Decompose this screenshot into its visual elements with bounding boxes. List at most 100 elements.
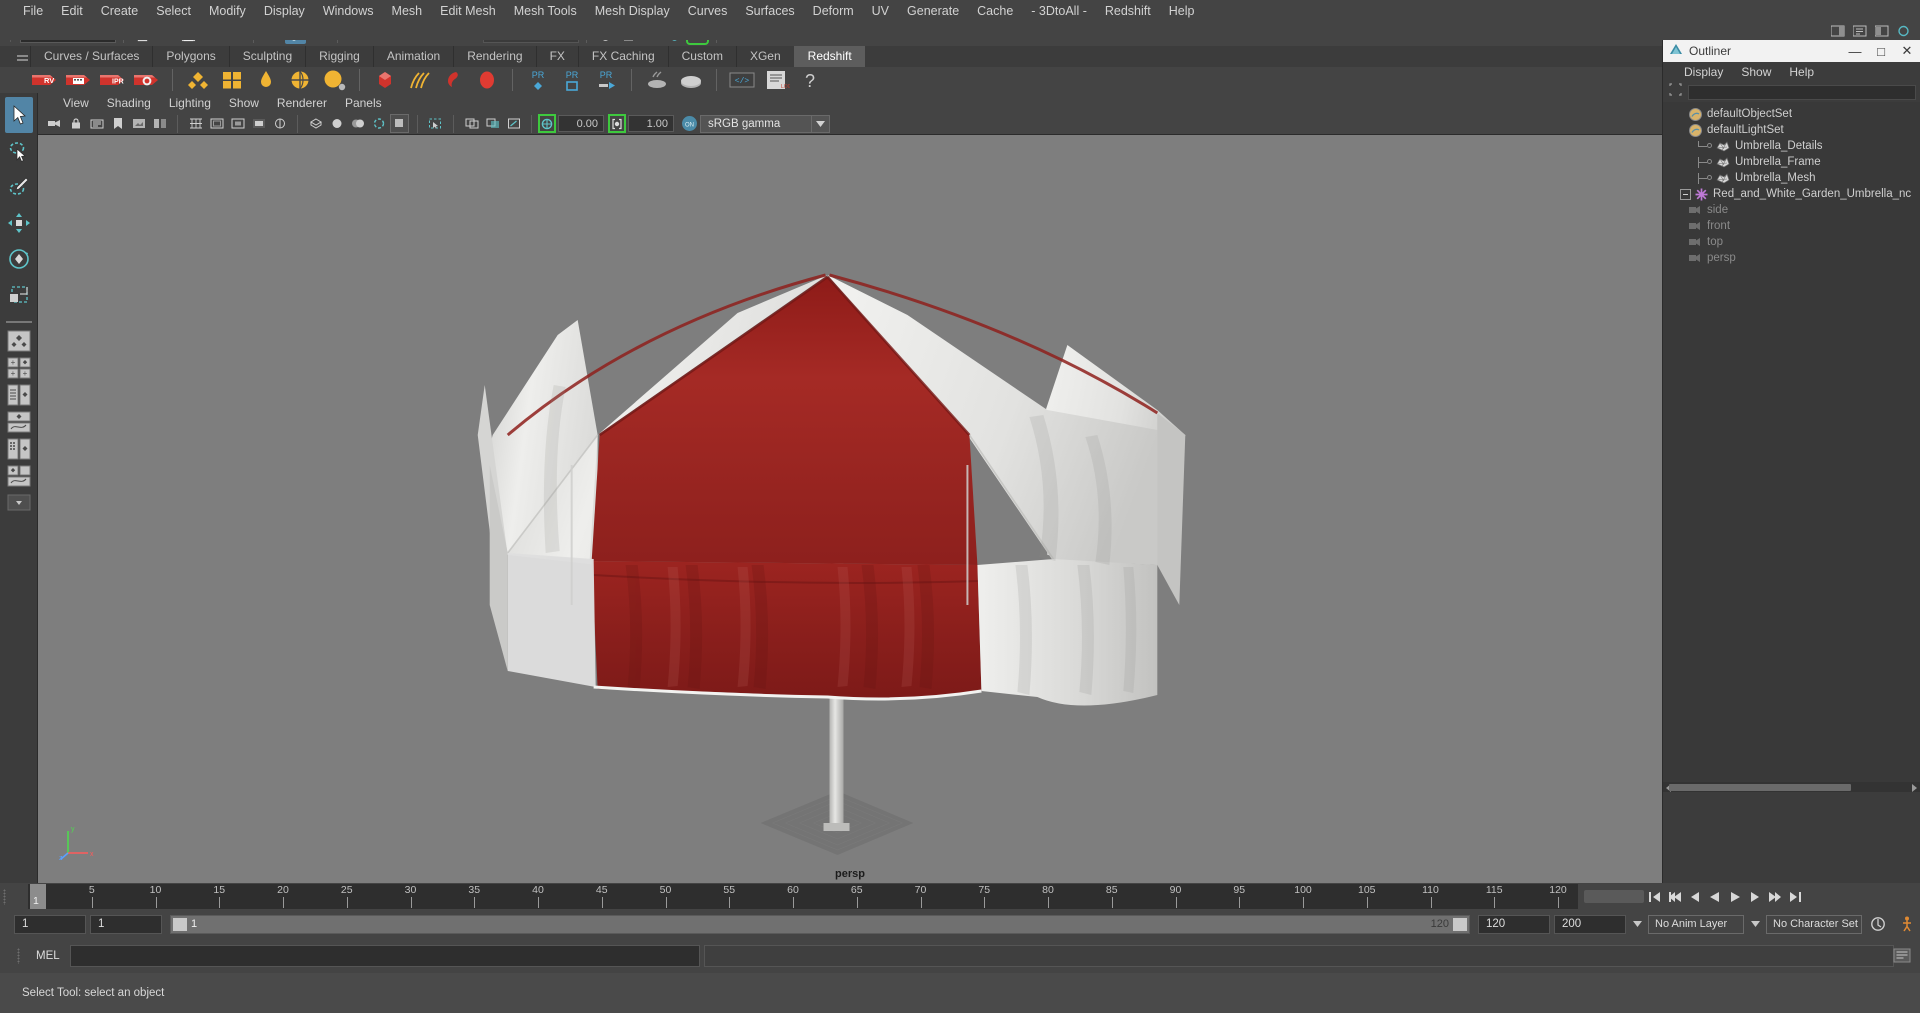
new-scene-icon[interactable] (132, 24, 153, 44)
gamma-value-field[interactable]: 1.00 (628, 115, 674, 132)
motion-blur-icon[interactable] (483, 114, 502, 133)
step-back-key-icon[interactable] (1666, 887, 1684, 906)
menu-item-cache[interactable]: Cache (968, 0, 1022, 22)
render-settings-icon[interactable] (664, 24, 685, 44)
outliner-menu-help[interactable]: Help (1780, 64, 1823, 80)
outliner-item[interactable]: defaultObjectSet (1663, 106, 1920, 122)
outliner-search-input[interactable] (1688, 84, 1916, 100)
menu-item-modify[interactable]: Modify (200, 0, 255, 22)
go-to-end-icon[interactable] (1786, 887, 1804, 906)
select-by-hierarchy-icon[interactable] (262, 24, 283, 44)
menu-item-help[interactable]: Help (1160, 0, 1204, 22)
single-perspective-layout[interactable] (5, 329, 33, 353)
outliner-item[interactable]: Umbrella_Mesh (1663, 170, 1920, 186)
toolbar-grip[interactable] (6, 24, 16, 44)
select-by-object-icon[interactable] (285, 24, 306, 44)
move-tool[interactable] (5, 205, 33, 241)
shelf-tab-fx-caching[interactable]: FX Caching (577, 46, 668, 67)
redo-icon[interactable] (224, 24, 245, 44)
menu-item-mesh-tools[interactable]: Mesh Tools (505, 0, 586, 22)
shelf-tab-redshift[interactable]: Redshift (793, 46, 865, 67)
outliner-tree[interactable]: defaultObjectSet defaultLightSet Umbrella_… (1663, 102, 1920, 792)
rs-hair-icon[interactable] (402, 67, 436, 93)
play-backwards-icon[interactable] (1706, 887, 1724, 906)
open-scene-icon[interactable] (155, 24, 176, 44)
bookmark-icon[interactable] (108, 114, 127, 133)
anim-layer-field[interactable]: No Anim Layer (1648, 914, 1744, 934)
shaded-textured-icon[interactable] (426, 114, 445, 133)
exposure-toggle-icon[interactable] (538, 114, 556, 133)
end-frame-field[interactable]: 200 (1554, 914, 1626, 934)
scrollbar-thumb[interactable] (1669, 784, 1851, 791)
use-default-material-icon[interactable] (390, 114, 409, 133)
rotate-tool[interactable] (5, 241, 33, 277)
twopane-icon[interactable] (150, 114, 169, 133)
viewport-menu-lighting[interactable]: Lighting (160, 94, 220, 112)
rs-help-icon[interactable]: ? (793, 67, 827, 93)
multisample-icon[interactable] (504, 114, 523, 133)
rs-light-dome-icon[interactable] (249, 67, 283, 93)
menu-item-display[interactable]: Display (255, 0, 314, 22)
rs-sprite-icon[interactable] (470, 67, 504, 93)
menu-item-select[interactable]: Select (147, 0, 200, 22)
chevron-down-icon[interactable] (1630, 915, 1644, 934)
viewport-menu-show[interactable]: Show (220, 94, 268, 112)
timeline-grip[interactable] (0, 887, 10, 907)
rs-bokeh-icon[interactable] (640, 67, 674, 93)
select-tool[interactable] (4, 97, 33, 133)
menu-item-uv[interactable]: UV (863, 0, 898, 22)
ipr-render-icon[interactable]: IPR (641, 24, 662, 44)
outliner-horizontal-scrollbar[interactable] (1663, 782, 1920, 792)
make-live-icon[interactable] (461, 24, 482, 44)
shelf-tab-xgen[interactable]: XGen (735, 46, 794, 67)
viewport-menu-renderer[interactable]: Renderer (268, 94, 336, 112)
snap-to-projected-center-icon[interactable] (415, 24, 436, 44)
outliner-item[interactable]: Umbrella_Details (1663, 138, 1920, 154)
menu-item-redshift[interactable]: Redshift (1096, 0, 1160, 22)
wireframe-shading-icon[interactable] (306, 114, 325, 133)
gamma-toggle-icon[interactable] (608, 114, 626, 133)
playback-end-field[interactable]: 120 (1478, 914, 1550, 934)
animation-preferences-icon[interactable] (1894, 915, 1920, 934)
shelf-tab-animation[interactable]: Animation (372, 46, 454, 67)
toolbox-more-button[interactable] (5, 491, 33, 515)
menu-item-surfaces[interactable]: Surfaces (736, 0, 803, 22)
redshift-render-settings-icon[interactable] (130, 67, 164, 93)
command-grip[interactable] (14, 946, 24, 966)
maximize-button[interactable]: □ (1868, 41, 1894, 61)
persp-graph-outliner-layout[interactable] (5, 464, 33, 488)
hypershade-icon[interactable] (686, 23, 709, 45)
outliner-item[interactable]: persp (1663, 250, 1920, 266)
shelf-tab-custom[interactable]: Custom (667, 46, 736, 67)
redshift-render-sequence-icon[interactable] (62, 67, 96, 93)
outliner-item[interactable]: side (1663, 202, 1920, 218)
lock-camera-icon[interactable] (66, 114, 85, 133)
redshift-rv-icon[interactable]: RV (28, 67, 62, 93)
minimize-button[interactable]: — (1842, 41, 1868, 61)
viewport-canvas[interactable]: y x z persp (38, 135, 1662, 883)
four-view-layout[interactable]: + + + (5, 356, 33, 380)
rs-proxy-icon[interactable] (368, 67, 402, 93)
color-management-toggle-icon[interactable]: ON (680, 114, 699, 133)
current-time-indicator[interactable]: 1 (30, 884, 46, 909)
character-set-field[interactable]: No Character Set (1766, 914, 1862, 934)
menu-item-create[interactable]: Create (92, 0, 148, 22)
play-forwards-icon[interactable] (1726, 887, 1744, 906)
script-editor-icon[interactable] (1890, 945, 1914, 967)
outliner-menu-display[interactable]: Display (1675, 64, 1732, 80)
range-handle-left[interactable] (173, 917, 187, 931)
rs-pr-arrow-icon[interactable]: PR (589, 67, 623, 93)
rs-texture-icon[interactable] (215, 67, 249, 93)
expand-collapse-toggle[interactable] (1680, 188, 1691, 200)
viewport-menu-shading[interactable]: Shading (98, 94, 160, 112)
persp-graph-layout[interactable] (5, 410, 33, 434)
chevron-down-icon[interactable] (812, 114, 830, 133)
shelf-tab-polygons[interactable]: Polygons (152, 46, 229, 67)
step-back-frame-icon[interactable] (1686, 887, 1704, 906)
snap-to-view-plane-icon[interactable] (438, 24, 459, 44)
menu-item-edit-mesh[interactable]: Edit Mesh (431, 0, 505, 22)
film-gate-icon[interactable] (207, 114, 226, 133)
chevron-down-icon[interactable] (1748, 915, 1762, 934)
snap-to-curve-icon[interactable] (369, 24, 390, 44)
paint-select-tool[interactable] (5, 169, 33, 205)
